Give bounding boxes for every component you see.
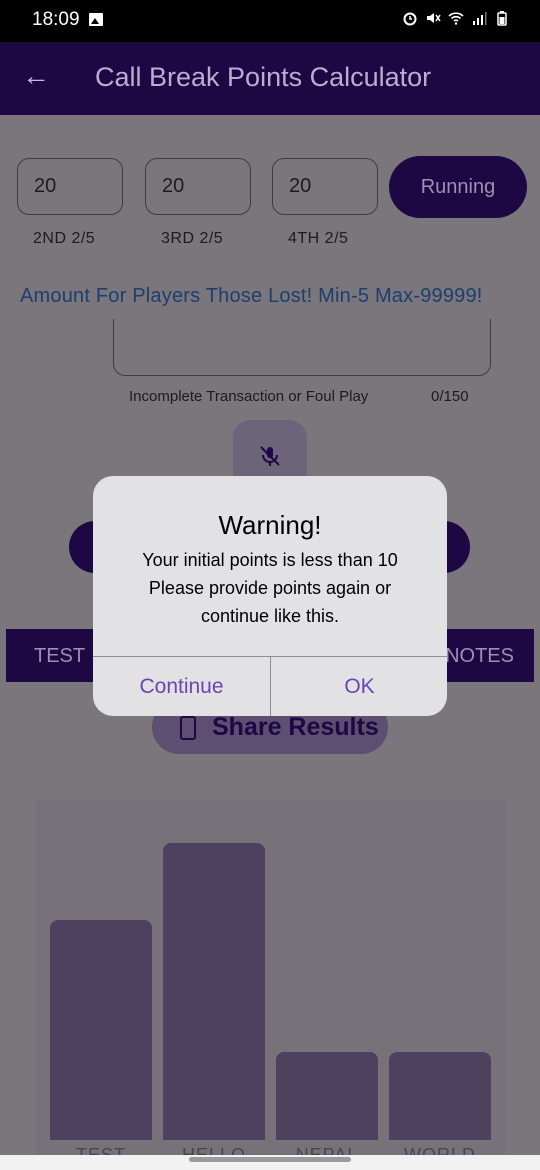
results-bar-chart: TESTHELLONEPALWORLD — [36, 800, 506, 1165]
ok-button[interactable]: OK — [271, 657, 447, 716]
chart-bar-nepal — [276, 1052, 378, 1140]
share-results-label: Share Results — [212, 713, 379, 741]
back-arrow-icon[interactable]: ← — [22, 60, 50, 92]
player-4-label: 4TH 2/5 — [288, 230, 349, 247]
status-time: 18:09 — [32, 9, 80, 30]
chart-bar-test — [50, 920, 152, 1140]
wifi-icon — [448, 12, 464, 25]
status-bar: 18:09 — [0, 0, 540, 42]
image-icon — [89, 13, 103, 26]
share-icon — [180, 716, 196, 740]
home-handle[interactable] — [189, 1157, 351, 1162]
system-nav-bar — [0, 1155, 540, 1170]
status-icons — [402, 10, 510, 26]
app-title: Call Break Points Calculator — [95, 62, 432, 92]
note-label: Incomplete Transaction or Foul Play — [129, 388, 369, 405]
app-bar: ← Call Break Points Calculator — [0, 42, 540, 115]
signal-icon — [473, 12, 487, 25]
player-3-score-input[interactable]: 20 — [145, 158, 251, 215]
chart-bar-hello — [163, 843, 265, 1140]
dialog-message: Your initial points is less than 10 Plea… — [142, 550, 398, 626]
mute-icon — [427, 13, 441, 23]
dialog-title: Warning! — [218, 510, 322, 540]
player-4-score-input[interactable]: 20 — [272, 158, 378, 215]
note-textarea[interactable] — [113, 319, 491, 376]
player-3-label: 3RD 2/5 — [161, 230, 224, 247]
running-button[interactable]: Running — [389, 156, 527, 218]
note-counter: 0/150 — [431, 388, 469, 405]
amount-instruction: Amount For Players Those Lost! Min-5 Max… — [20, 285, 483, 307]
player-2-score-input[interactable]: 20 — [17, 158, 123, 215]
alarm-icon — [403, 12, 417, 26]
battery-icon — [497, 11, 507, 26]
mic-off-icon — [260, 446, 280, 466]
tab-test[interactable]: TEST — [34, 645, 85, 668]
player-2-label: 2ND 2/5 — [33, 230, 96, 247]
chart-bar-world — [389, 1052, 491, 1140]
tab-notes[interactable]: NOTES — [445, 645, 514, 668]
warning-dialog: Warning! Your initial points is less tha… — [93, 476, 447, 716]
continue-button[interactable]: Continue — [93, 657, 270, 716]
